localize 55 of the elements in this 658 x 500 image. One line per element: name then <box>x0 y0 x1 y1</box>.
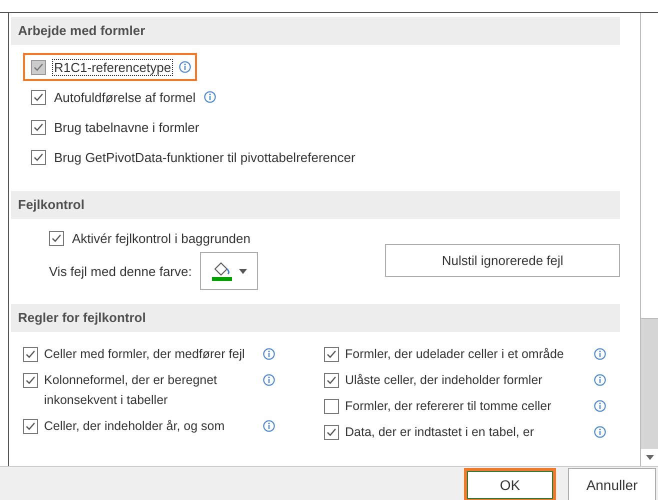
check-icon <box>51 233 62 244</box>
check-icon <box>33 62 44 72</box>
info-icon[interactable] <box>594 348 606 360</box>
rule-label: Ulåste celler, der indeholder formler <box>345 372 544 389</box>
info-icon[interactable] <box>594 374 606 386</box>
info-icon[interactable] <box>263 348 275 360</box>
check-icon <box>326 375 337 386</box>
caret-icon <box>238 268 247 274</box>
option-label: R1C1-referencetype <box>52 58 174 76</box>
check-icon <box>326 427 337 438</box>
color-label: Vis fejl med denne farve: <box>49 264 192 278</box>
rule-label: Celler med formler, der medfører fejl <box>44 346 246 363</box>
checkbox[interactable] <box>324 399 339 414</box>
section-header: Fejlkontrol <box>11 191 620 219</box>
info-icon[interactable] <box>594 400 606 412</box>
rule-label: Celler, der indeholder år, og som <box>44 418 226 435</box>
info-icon[interactable] <box>179 61 192 73</box>
check-icon <box>33 92 44 102</box>
scrollbar[interactable] <box>640 13 658 466</box>
section-header: Arbejde med formler <box>11 17 620 45</box>
checkbox[interactable] <box>23 347 38 362</box>
info-icon[interactable] <box>263 374 275 386</box>
check-icon <box>326 349 337 360</box>
ok-button[interactable]: OK <box>464 468 556 500</box>
checkbox[interactable] <box>31 150 46 164</box>
scroll-down-icon[interactable] <box>646 455 654 460</box>
checkbox[interactable] <box>324 373 339 388</box>
color-picker-button[interactable] <box>200 252 258 290</box>
checkbox[interactable] <box>31 120 46 134</box>
option-label: Aktivér fejlkontrol i baggrunden <box>72 231 250 246</box>
cancel-button[interactable]: Annuller <box>568 468 656 500</box>
checkbox[interactable] <box>324 425 339 440</box>
check-icon <box>33 122 44 132</box>
check-icon <box>25 421 36 432</box>
checkbox[interactable] <box>23 373 38 388</box>
rule-label: Data, der er indtastet i en tabel, er <box>345 424 535 441</box>
option-label: Brug GetPivotData-funktioner til pivottabelreferencer <box>53 148 356 166</box>
check-icon <box>25 349 36 360</box>
info-icon[interactable] <box>594 426 606 438</box>
checkbox[interactable] <box>49 231 64 246</box>
info-icon[interactable] <box>263 420 275 432</box>
option-label: Autofuldførelse af formel <box>53 88 197 106</box>
rule-label: Formler, der refererer til tomme celler <box>345 398 552 415</box>
rule-label: Formler, der udelader celler i et område <box>345 346 565 363</box>
check-icon <box>25 375 36 386</box>
checkbox[interactable] <box>324 347 339 362</box>
checkbox[interactable] <box>31 90 46 104</box>
checkbox[interactable] <box>23 419 38 434</box>
checkbox[interactable] <box>31 60 46 74</box>
check-icon <box>33 152 44 162</box>
info-icon[interactable] <box>204 91 216 103</box>
option-label: Brug tabelnavne i formler <box>53 118 200 136</box>
reset-button[interactable]: Nulstil ignorerede fejl <box>385 244 620 277</box>
section-header: Regler for fejlkontrol <box>11 304 620 332</box>
rule-label: Kolonneformel, der er beregnet inkonsekvent i tabeller <box>44 372 218 409</box>
